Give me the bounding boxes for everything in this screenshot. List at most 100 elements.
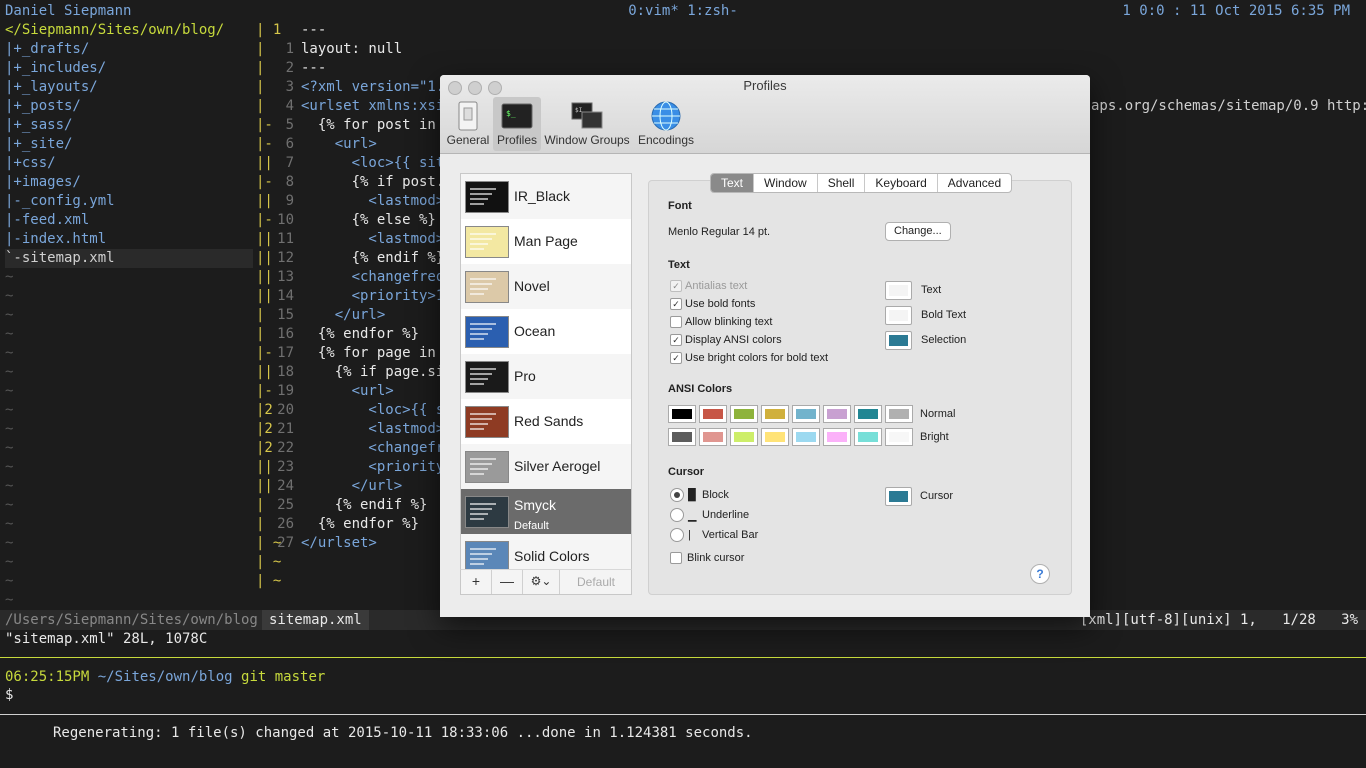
tab-window[interactable]: Window (754, 174, 818, 192)
text-option-checkbox[interactable]: ✓ (670, 298, 682, 310)
text-color-well[interactable] (885, 281, 912, 300)
toolbar-window-groups[interactable]: $I Window Groups (543, 97, 631, 151)
cursor-style-radio[interactable] (670, 488, 684, 502)
code-line[interactable]: </url> (301, 306, 386, 325)
tree-item[interactable]: `-sitemap.xml (5, 249, 253, 268)
ansi-color-well[interactable] (823, 405, 851, 423)
profile-list[interactable]: IR_Black Man Page Novel Ocean Pro Red Sands Si… (460, 173, 632, 595)
tab-text[interactable]: Text (711, 174, 755, 192)
code-line[interactable]: <urlset xmlns:xsi (301, 97, 444, 116)
code-line[interactable]: --- (301, 21, 326, 40)
line-number: 7 (285, 155, 294, 171)
tab-shell[interactable]: Shell (818, 174, 866, 192)
gear-menu-button[interactable]: ⚙⌄ (523, 570, 560, 594)
tree-item[interactable]: |+images/ (5, 173, 81, 192)
default-button[interactable]: Default (561, 570, 631, 594)
profile-item[interactable]: Smyck Default (461, 489, 631, 534)
code-line[interactable]: </url> (301, 477, 403, 496)
change-font-button[interactable]: Change... (885, 222, 951, 241)
tree-item[interactable]: |+_includes/ (5, 59, 106, 78)
thumbnail-line (470, 383, 484, 385)
tree-item[interactable]: |+css/ (5, 154, 56, 173)
tree-item[interactable]: |+_sass/ (5, 116, 72, 135)
ansi-color-well[interactable] (699, 405, 727, 423)
color-well-fill (827, 432, 847, 442)
ansi-color-well[interactable] (761, 428, 789, 446)
code-line[interactable]: <url> (301, 382, 394, 401)
toolbar-profiles[interactable]: $_ Profiles (493, 97, 541, 151)
profile-thumbnail (465, 451, 509, 483)
ansi-color-well[interactable] (668, 405, 696, 423)
tree-item[interactable]: |-index.html (5, 230, 106, 249)
ansi-color-well[interactable] (854, 428, 882, 446)
ansi-color-well[interactable] (823, 428, 851, 446)
add-profile-button[interactable]: + (461, 570, 492, 594)
code-line[interactable]: {% if post.l (301, 173, 453, 192)
profile-item[interactable]: Red Sands (461, 399, 631, 444)
ansi-color-well[interactable] (792, 428, 820, 446)
cursor-style-radio[interactable] (670, 528, 684, 542)
ansi-color-well[interactable] (668, 428, 696, 446)
profile-item[interactable]: IR_Black (461, 174, 631, 219)
profile-item[interactable]: Novel (461, 264, 631, 309)
code-line[interactable]: --- (301, 59, 326, 78)
ansi-color-well[interactable] (730, 428, 758, 446)
toolbar-general[interactable]: General (445, 97, 491, 151)
text-option-label: Use bold fonts (685, 298, 756, 310)
ansi-color-well[interactable] (885, 405, 913, 423)
profile-item[interactable]: Silver Aerogel (461, 444, 631, 489)
profile-item[interactable]: Pro (461, 354, 631, 399)
shell-dollar[interactable]: $ (5, 687, 13, 703)
code-line[interactable]: <changefreq (301, 268, 445, 287)
code-line[interactable]: {% for page in s (301, 344, 453, 363)
text-option-checkbox[interactable]: ✓ (670, 334, 682, 346)
toolbar-encodings[interactable]: Encodings (634, 97, 698, 151)
text-color-well[interactable] (885, 306, 912, 325)
ansi-color-well[interactable] (792, 405, 820, 423)
tree-item[interactable]: |-feed.xml (5, 211, 89, 230)
ansi-color-well[interactable] (885, 428, 913, 446)
ansi-color-well[interactable] (699, 428, 727, 446)
code-line[interactable]: {% endfor %} (301, 325, 419, 344)
code-line[interactable]: <lastmod> (301, 192, 444, 211)
code-line[interactable]: </urlset> (301, 534, 377, 553)
blink-cursor-checkbox[interactable] (670, 552, 682, 564)
tree-root[interactable]: </Siepmann/Sites/own/blog/ (5, 21, 224, 40)
line-number: 19 (277, 383, 294, 399)
code-line[interactable]: {% if page.sit (301, 363, 453, 382)
text-option-checkbox[interactable] (670, 316, 682, 328)
tree-item[interactable]: |+_site/ (5, 135, 72, 154)
tab-keyboard[interactable]: Keyboard (865, 174, 938, 192)
code-line[interactable]: <priority>1. (301, 287, 453, 306)
tree-item[interactable]: |+_posts/ (5, 97, 81, 116)
cursor-style-radio[interactable] (670, 508, 684, 522)
remove-profile-button[interactable]: — (492, 570, 523, 594)
tree-item[interactable]: |+_layouts/ (5, 78, 98, 97)
code-line[interactable]: layout: null (301, 40, 402, 59)
ansi-color-well[interactable] (761, 405, 789, 423)
code-line[interactable]: <loc>{{ si (301, 401, 452, 420)
code-line[interactable]: {% else %} (301, 211, 436, 230)
profile-item[interactable]: Man Page (461, 219, 631, 264)
code-line[interactable]: <changefre (301, 439, 452, 458)
tab-advanced[interactable]: Advanced (938, 174, 1011, 192)
code-line[interactable]: <loc>{{ site (301, 154, 453, 173)
text-color-well[interactable] (885, 331, 912, 350)
code-line[interactable]: <priority> (301, 458, 452, 477)
code-line[interactable]: {% endif %} (301, 249, 445, 268)
ansi-color-well[interactable] (854, 405, 882, 423)
code-line[interactable]: <url> (301, 135, 377, 154)
code-line[interactable]: <lastmod> (301, 420, 444, 439)
text-option-checkbox[interactable]: ✓ (670, 352, 682, 364)
cursor-color-well[interactable] (885, 487, 912, 506)
code-line[interactable]: <?xml version="1.0 (301, 78, 453, 97)
tree-item[interactable]: |-_config.yml (5, 192, 115, 211)
code-line[interactable]: {% endif %} (301, 496, 428, 515)
code-line[interactable]: {% endfor %} (301, 515, 419, 534)
help-button[interactable]: ? (1030, 564, 1050, 584)
tree-item[interactable]: |+_drafts/ (5, 40, 89, 59)
code-line[interactable]: <lastmod> (301, 230, 444, 249)
code-line[interactable]: {% for post in s (301, 116, 453, 135)
profile-item[interactable]: Ocean (461, 309, 631, 354)
ansi-color-well[interactable] (730, 405, 758, 423)
